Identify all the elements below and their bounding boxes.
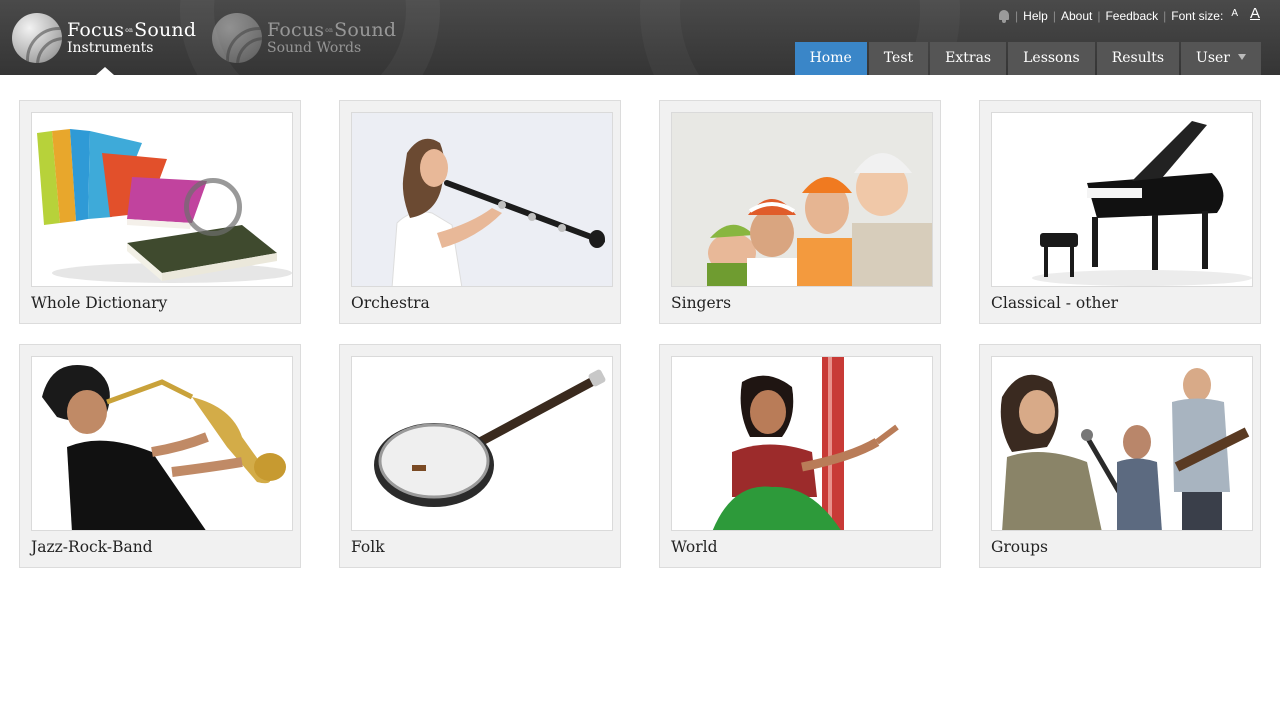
- category-tile-singers[interactable]: Singers: [659, 100, 941, 324]
- category-label: Classical - other: [991, 294, 1119, 312]
- bell-icon[interactable]: [998, 9, 1010, 23]
- category-tile-orchestra[interactable]: Orchestra: [339, 100, 621, 324]
- chevron-down-icon: [1238, 54, 1246, 60]
- tab-user[interactable]: User: [1181, 42, 1261, 75]
- feedback-link[interactable]: Feedback: [1105, 9, 1158, 23]
- active-app-indicator: [96, 67, 114, 75]
- category-tile-world[interactable]: World: [659, 344, 941, 568]
- app-header: FocusonSound Instruments FocusonSound So…: [0, 0, 1280, 75]
- main-nav: Home Test Extras Lessons Results User: [793, 42, 1261, 75]
- books-image: [31, 112, 293, 287]
- about-link[interactable]: About: [1061, 9, 1092, 23]
- utility-links: | Help | About | Feedback | Font size: A…: [998, 5, 1260, 26]
- font-size-label: Font size:: [1171, 9, 1224, 23]
- oboe-player-image: [351, 112, 613, 287]
- category-label: Folk: [351, 538, 385, 556]
- font-size-large-button[interactable]: A: [1250, 5, 1260, 22]
- category-tile-whole-dictionary[interactable]: Whole Dictionary: [19, 100, 301, 324]
- band-image: [991, 356, 1253, 531]
- grand-piano-image: [991, 112, 1253, 287]
- tab-results[interactable]: Results: [1096, 42, 1180, 75]
- category-label: Singers: [671, 294, 732, 312]
- category-label: Orchestra: [351, 294, 430, 312]
- tab-test[interactable]: Test: [868, 42, 929, 75]
- category-label: World: [671, 538, 718, 556]
- font-size-small-button[interactable]: A: [1231, 8, 1238, 19]
- saxophone-player-image: [31, 356, 293, 531]
- tab-lessons[interactable]: Lessons: [1008, 42, 1095, 75]
- singers-image: [671, 112, 933, 287]
- category-tile-folk[interactable]: Folk: [339, 344, 621, 568]
- tab-user-label: User: [1196, 50, 1230, 66]
- tanpura-player-image: [671, 356, 933, 531]
- app-switch-instruments[interactable]: FocusonSound Instruments: [12, 12, 196, 64]
- category-label: Jazz-Rock-Band: [31, 538, 153, 556]
- app-switch-sound-words[interactable]: FocusonSound Sound Words: [212, 12, 396, 64]
- app-name: FocusonSound Instruments: [67, 19, 197, 56]
- banjo-image: [351, 356, 613, 531]
- category-tile-groups[interactable]: Groups: [979, 344, 1261, 568]
- category-tile-classical-other[interactable]: Classical - other: [979, 100, 1261, 324]
- focus-on-sound-logo-icon: [12, 13, 62, 63]
- tab-extras[interactable]: Extras: [930, 42, 1007, 75]
- help-link[interactable]: Help: [1023, 9, 1048, 23]
- category-label: Whole Dictionary: [31, 294, 168, 312]
- focus-on-sound-logo-icon: [212, 13, 262, 63]
- app-name: FocusonSound Sound Words: [267, 19, 397, 56]
- category-label: Groups: [991, 538, 1048, 556]
- tab-home[interactable]: Home: [794, 42, 867, 75]
- category-tile-jazz-rock-band[interactable]: Jazz-Rock-Band: [19, 344, 301, 568]
